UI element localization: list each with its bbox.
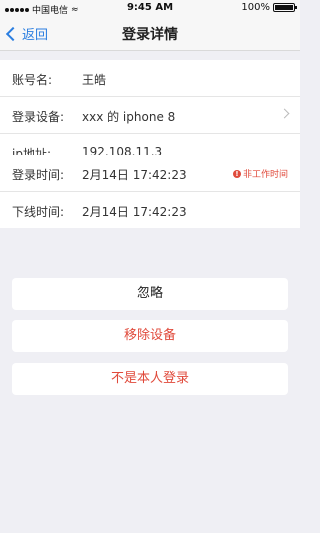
- account-name-row: 账号名: 王皓: [0, 60, 300, 97]
- login-time-group: 登录时间: 2月14日 17:42:23 ! 非工作时间 下线时间: 2月14日…: [0, 155, 300, 228]
- login-time-row: 登录时间: 2月14日 17:42:23 ! 非工作时间: [0, 155, 300, 192]
- non-work-hours-badge: ! 非工作时间: [232, 167, 288, 180]
- logout-time-label: 下线时间:: [12, 205, 65, 219]
- ignore-button[interactable]: 忽略: [12, 278, 288, 310]
- logout-time-value: 2月14日 17:42:23: [82, 205, 187, 219]
- account-name-value: 王皓: [82, 73, 107, 87]
- account-info-group: 账号名: 王皓 登录设备: xxx 的 iphone 8 ip地址: 192.1…: [0, 60, 300, 170]
- login-time-label: 登录时间:: [12, 168, 65, 182]
- non-work-hours-label: 非工作时间: [242, 170, 288, 180]
- chevron-right-icon: [279, 108, 290, 119]
- warning-icon: !: [232, 169, 241, 178]
- status-battery-group: 100%: [241, 2, 297, 13]
- battery-icon: [273, 3, 297, 12]
- status-bar: 中国电信 ≈ 9:45 AM 100%: [0, 0, 300, 16]
- login-time-value: 2月14日 17:42:23: [82, 168, 187, 182]
- navigation-bar: 返回 登录详情: [0, 16, 300, 51]
- page-title: 登录详情: [122, 27, 178, 43]
- logout-time-row: 下线时间: 2月14日 17:42:23: [0, 192, 300, 228]
- remove-device-button[interactable]: 移除设备: [12, 320, 288, 352]
- login-device-value: xxx 的 iphone 8: [82, 110, 176, 124]
- account-name-label: 账号名:: [12, 73, 53, 87]
- login-device-row[interactable]: 登录设备: xxx 的 iphone 8: [0, 97, 300, 134]
- battery-percent: 100%: [241, 2, 270, 13]
- not-me-login-button[interactable]: 不是本人登录: [12, 363, 288, 395]
- login-device-label: 登录设备:: [12, 110, 65, 124]
